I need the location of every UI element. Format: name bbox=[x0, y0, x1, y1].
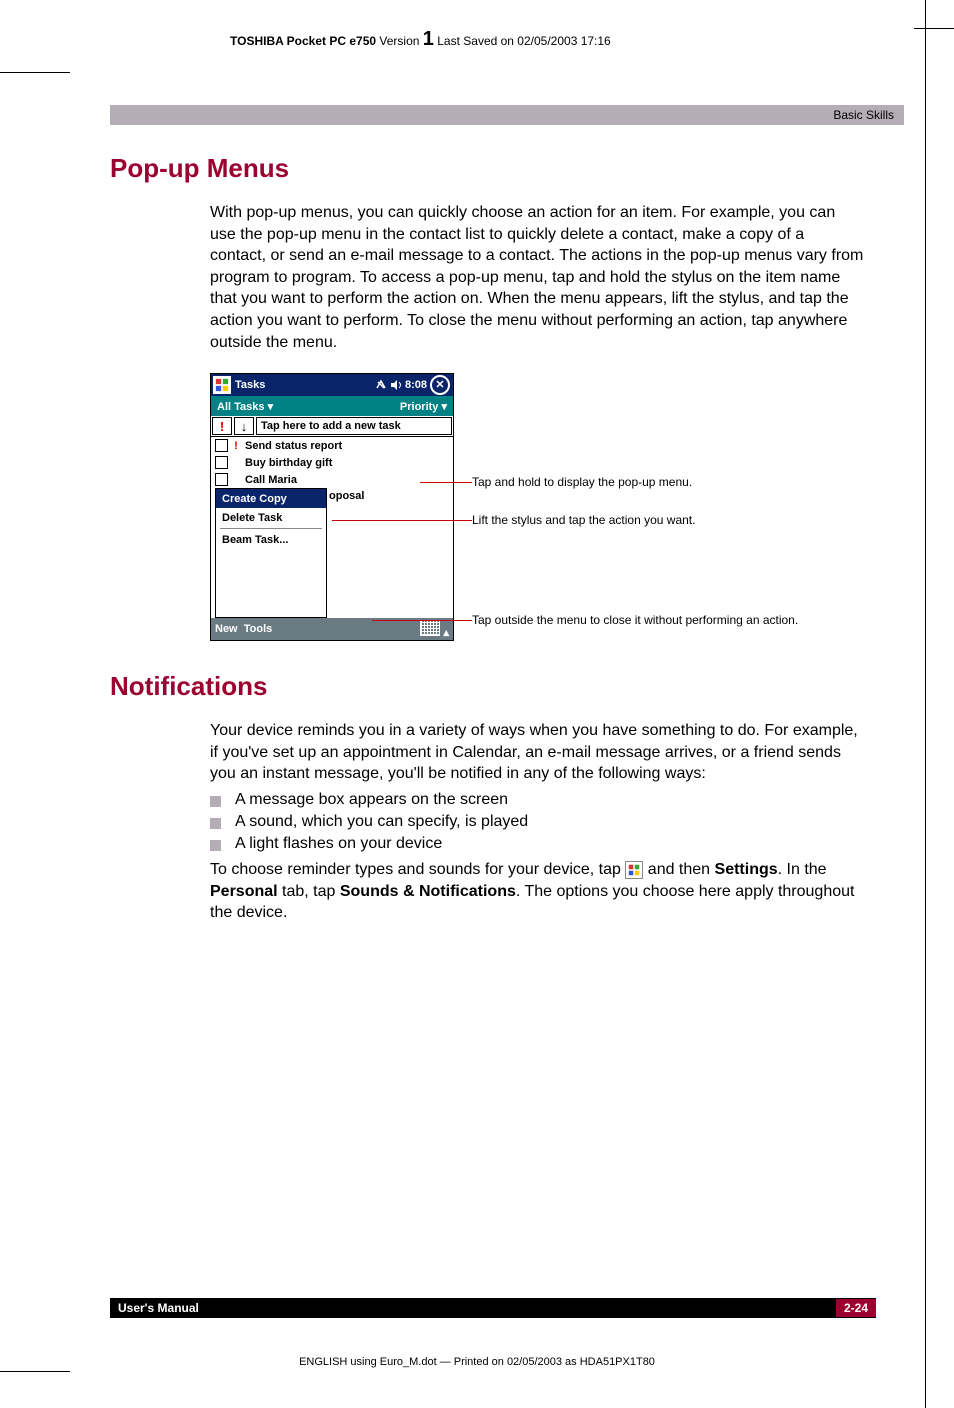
footer-page: 2-24 bbox=[836, 1299, 876, 1317]
checkbox-icon[interactable] bbox=[215, 439, 228, 452]
version-label: Version bbox=[379, 34, 419, 48]
menu-item-delete-task[interactable]: Delete Task bbox=[216, 508, 326, 527]
crop-mark-left bbox=[0, 72, 70, 73]
task-label: Buy birthday gift bbox=[241, 457, 332, 469]
bullet-icon bbox=[210, 818, 221, 829]
keyboard-icon bbox=[420, 620, 440, 636]
chevron-down-icon: ▾ bbox=[268, 401, 274, 413]
checkbox-icon[interactable] bbox=[215, 473, 228, 486]
task-row[interactable]: ! Send status report bbox=[211, 437, 453, 454]
version-number: 1 bbox=[423, 28, 434, 50]
ppc-titlebar: Tasks 8:08 ✕ bbox=[211, 374, 453, 396]
task-row[interactable]: Call Maria bbox=[211, 471, 453, 488]
section-bar: Basic Skills bbox=[110, 105, 904, 125]
section-label: Basic Skills bbox=[833, 108, 894, 122]
priority-icon: ! bbox=[231, 440, 241, 452]
pocketpc-screenshot: Tasks 8:08 ✕ All Tasks ▾ Priority ▾ ! ↓ … bbox=[210, 373, 454, 641]
callout-text-2: Lift the stylus and tap the action you w… bbox=[472, 513, 695, 527]
last-saved: Last Saved on 02/05/2003 17:16 bbox=[437, 34, 610, 48]
truncated-task-text: oposal bbox=[327, 488, 364, 618]
callout-line bbox=[332, 520, 472, 521]
bullet-list: A message box appears on the screen A so… bbox=[210, 791, 864, 853]
ppc-bottombar: New Tools ▴ bbox=[211, 618, 453, 640]
para2-b: and then bbox=[643, 861, 714, 878]
menu-item-create-copy[interactable]: Create Copy bbox=[216, 489, 326, 508]
callout-2: Lift the stylus and tap the action you w… bbox=[472, 513, 695, 527]
para2-c: . In the bbox=[778, 861, 827, 878]
ppc-title: Tasks bbox=[235, 379, 375, 391]
priority-column-button[interactable]: ! bbox=[212, 417, 232, 435]
notifications-paragraph: Your device reminds you in a variety of … bbox=[210, 720, 864, 785]
para2-personal: Personal bbox=[210, 883, 278, 900]
heading-popup-menus: Pop-up Menus bbox=[110, 153, 904, 184]
sort-column-button[interactable]: ↓ bbox=[234, 417, 254, 435]
para2-d: tab, tap bbox=[278, 883, 340, 900]
speaker-icon[interactable] bbox=[390, 379, 402, 391]
new-task-input[interactable]: Tap here to add a new task bbox=[256, 417, 452, 435]
ppc-status-icons: 8:08 ✕ bbox=[375, 375, 453, 395]
task-row[interactable]: Buy birthday gift bbox=[211, 454, 453, 471]
checkbox-icon[interactable] bbox=[215, 456, 228, 469]
para2-sounds: Sounds & Notifications bbox=[340, 883, 516, 900]
heading-notifications: Notifications bbox=[110, 671, 904, 702]
callout-text-3: Tap outside the menu to close it without… bbox=[472, 613, 798, 627]
bottombar-left: New Tools bbox=[215, 623, 272, 635]
filter-dropdown[interactable]: All Tasks ▾ bbox=[217, 400, 273, 413]
footer-manual: User's Manual bbox=[118, 1301, 199, 1315]
crop-mark-bottom-left bbox=[0, 1371, 70, 1372]
bullet-text: A light flashes on your device bbox=[235, 835, 442, 853]
callout-3: Tap outside the menu to close it without… bbox=[472, 613, 798, 627]
new-button[interactable]: New bbox=[215, 623, 238, 635]
task-label: Call Maria bbox=[241, 474, 297, 486]
windows-flag-icon[interactable] bbox=[213, 376, 231, 394]
bullet-text: A sound, which you can specify, is playe… bbox=[235, 813, 528, 831]
doc-header: TOSHIBA Pocket PC e750 Version 1 Last Sa… bbox=[230, 28, 904, 51]
para2-a: To choose reminder types and sounds for … bbox=[210, 861, 625, 878]
bullet-icon bbox=[210, 796, 221, 807]
windows-flag-icon[interactable] bbox=[625, 861, 643, 879]
footer-bar: User's Manual 2-24 bbox=[110, 1298, 876, 1318]
callout-line bbox=[420, 482, 472, 483]
bullet-item: A light flashes on your device bbox=[210, 835, 864, 853]
popup-paragraph: With pop-up menus, you can quickly choos… bbox=[210, 202, 864, 353]
chevron-down-icon: ▾ bbox=[441, 401, 447, 413]
crop-mark-right bbox=[925, 0, 926, 1408]
tools-button[interactable]: Tools bbox=[244, 623, 273, 635]
product-name: TOSHIBA Pocket PC e750 bbox=[230, 34, 376, 48]
task-label: Send status report bbox=[241, 440, 342, 452]
footer-print-info: ENGLISH using Euro_M.dot — Printed on 02… bbox=[0, 1356, 954, 1368]
menu-item-beam-task[interactable]: Beam Task... bbox=[216, 530, 326, 549]
context-menu-area: Create Copy Delete Task Beam Task... opo… bbox=[211, 488, 453, 618]
clock-time: 8:08 bbox=[405, 379, 427, 391]
new-task-row: ! ↓ Tap here to add a new task bbox=[211, 416, 453, 437]
task-list: ! Send status report Buy birthday gift C… bbox=[211, 437, 453, 488]
ppc-toolbar: All Tasks ▾ Priority ▾ bbox=[211, 396, 453, 416]
close-icon[interactable]: ✕ bbox=[430, 375, 450, 395]
crop-mark-top bbox=[914, 28, 954, 29]
bullet-icon bbox=[210, 840, 221, 851]
notifications-paragraph-2: To choose reminder types and sounds for … bbox=[210, 859, 864, 924]
connectivity-icon bbox=[375, 379, 387, 391]
sort-dropdown[interactable]: Priority ▾ bbox=[400, 400, 447, 413]
bullet-text: A message box appears on the screen bbox=[235, 791, 508, 809]
callout-text-1: Tap and hold to display the pop-up menu. bbox=[472, 475, 692, 489]
callout-line bbox=[372, 620, 472, 621]
keyboard-toggle[interactable]: ▴ bbox=[420, 620, 449, 639]
para2-settings: Settings bbox=[715, 861, 778, 878]
context-menu: Create Copy Delete Task Beam Task... bbox=[215, 488, 327, 618]
bullet-item: A message box appears on the screen bbox=[210, 791, 864, 809]
menu-separator bbox=[220, 528, 322, 529]
bullet-item: A sound, which you can specify, is playe… bbox=[210, 813, 864, 831]
callout-1: Tap and hold to display the pop-up menu. bbox=[472, 475, 692, 489]
chevron-up-icon: ▴ bbox=[443, 627, 449, 639]
